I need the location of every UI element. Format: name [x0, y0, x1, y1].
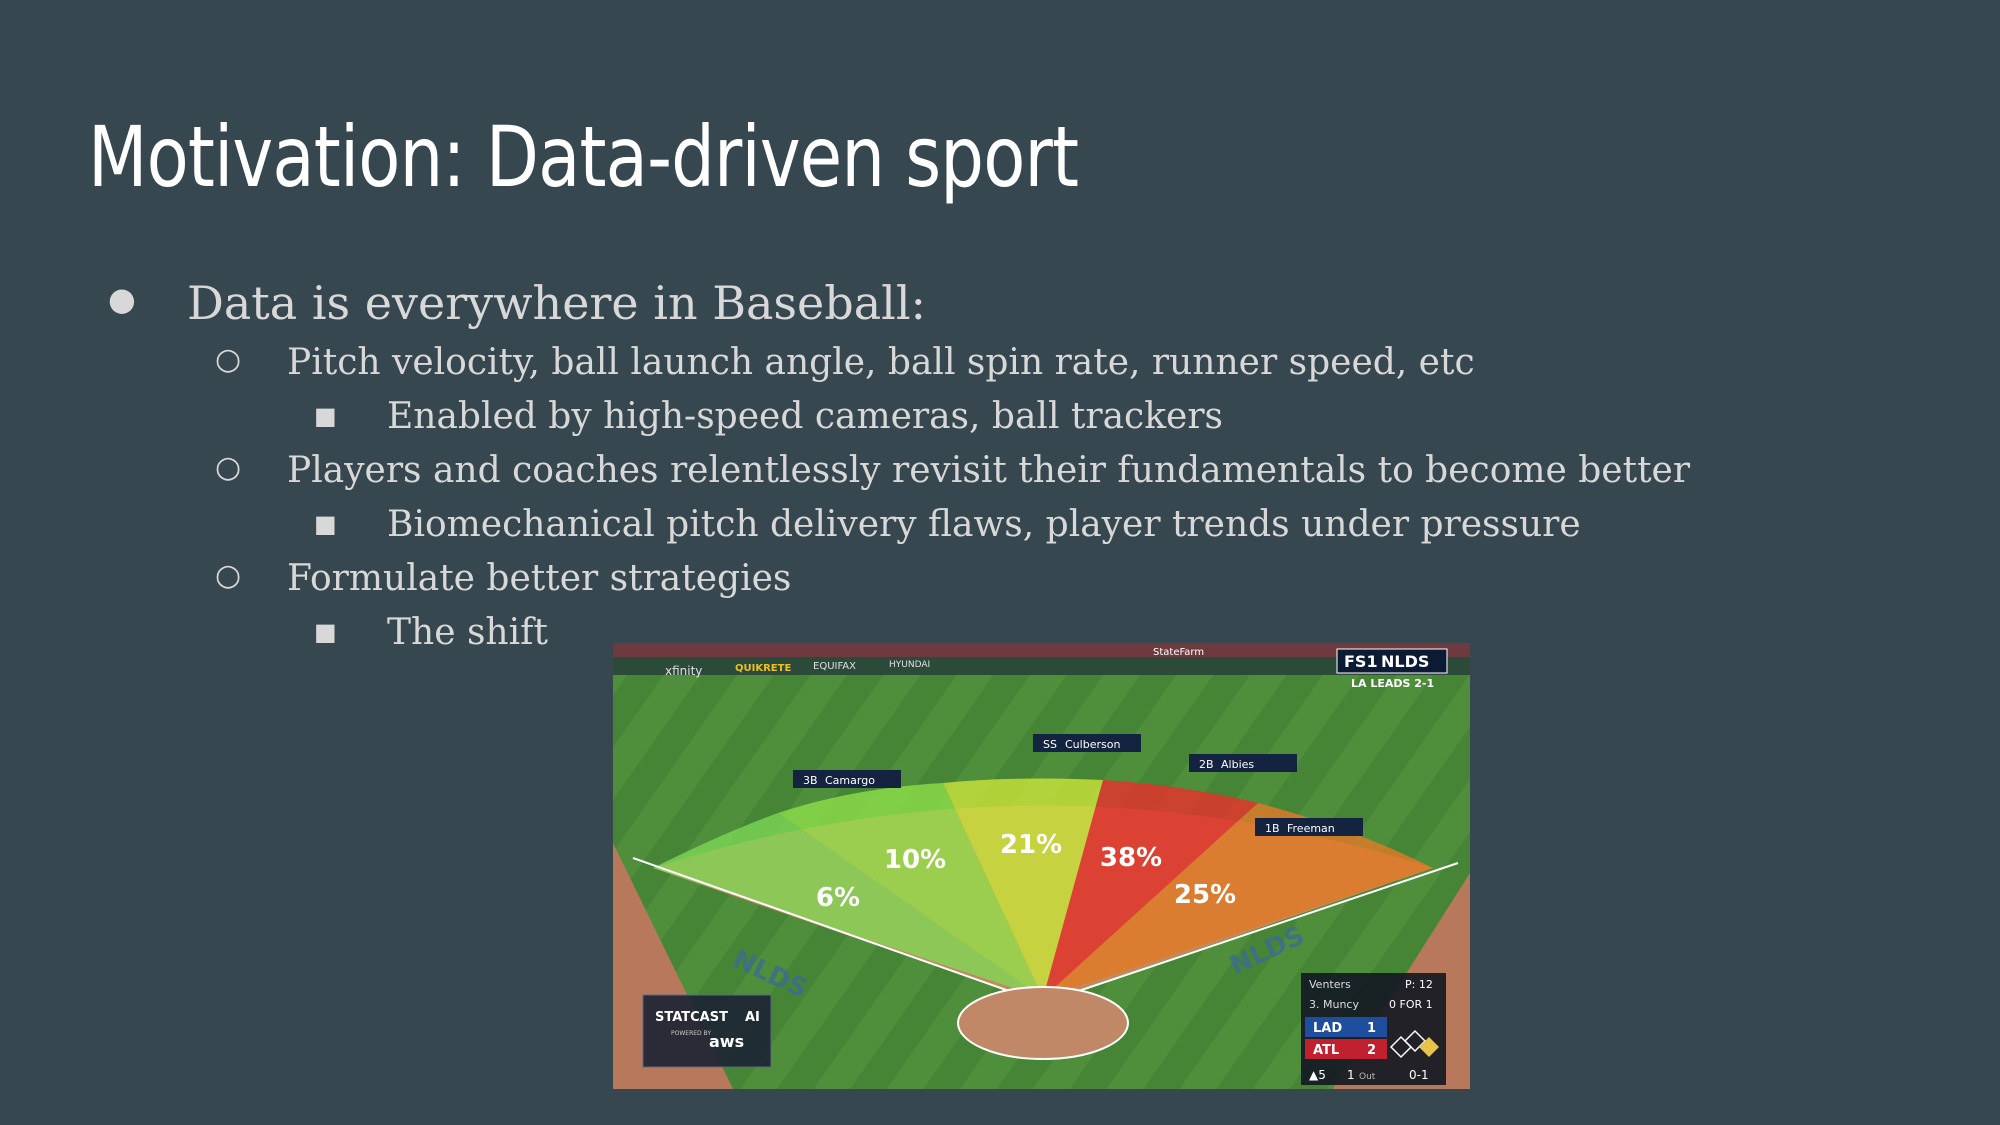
zone-pct-label: 38%	[1100, 843, 1162, 873]
aws-label: aws	[709, 1032, 744, 1051]
bullet-marker: ■	[314, 510, 337, 538]
outs: 1	[1347, 1068, 1355, 1082]
team-abbr: LAD	[1313, 1021, 1342, 1036]
inning: ▲5	[1309, 1068, 1326, 1082]
pitcher-name: Venters	[1309, 978, 1351, 991]
bullet-text: Data is everywhere in Baseball:	[187, 276, 927, 330]
bullet-text: Formulate better strategies	[287, 558, 792, 599]
series-label: NLDS	[1381, 652, 1429, 671]
batter-name: 3. Muncy	[1309, 998, 1359, 1011]
bullet-text: Pitch velocity, ball launch angle, ball …	[287, 342, 1475, 383]
ad-text: EQUIFAX	[813, 661, 856, 672]
batter-line: 0 FOR 1	[1389, 998, 1433, 1011]
network-label: FS1	[1344, 652, 1378, 671]
player-name: Camargo	[825, 774, 875, 787]
bullet-text: The shift	[387, 612, 548, 653]
team-score: 2	[1367, 1043, 1376, 1058]
statcast-label: STATCAST	[655, 1010, 728, 1025]
ad-text: xfinity	[665, 664, 702, 678]
bullet-marker: ○	[215, 342, 242, 377]
bullet-marker: ●	[108, 280, 136, 318]
series-status: LA LEADS 2-1	[1351, 677, 1434, 690]
zone-pct-label: 10%	[884, 845, 946, 875]
team-score: 1	[1367, 1021, 1376, 1036]
outs-label: Out	[1359, 1072, 1376, 1082]
bullet-marker: ○	[215, 450, 242, 485]
bullet-marker: ■	[314, 402, 337, 430]
player-name: Albies	[1221, 758, 1254, 771]
team-abbr: ATL	[1313, 1043, 1339, 1058]
zone-pct-label: 21%	[1000, 830, 1062, 860]
player-pos: 1B	[1265, 822, 1280, 835]
ad-text: StateFarm	[1153, 647, 1204, 658]
bullet-text: Players and coaches relentlessly revisit…	[287, 450, 1691, 491]
pitch-count: P: 12	[1405, 978, 1433, 991]
player-name: Culberson	[1065, 738, 1120, 751]
slide: Motivation: Data-driven sport ● Data is …	[0, 0, 2000, 1125]
player-tag-3b: 3B Camargo	[793, 770, 901, 788]
bullet-text: Enabled by high-speed cameras, ball trac…	[387, 396, 1223, 437]
network-bug: FS1 NLDS LA LEADS 2-1	[1336, 648, 1448, 690]
player-tag-ss: SS Culberson	[1033, 734, 1141, 752]
statcast-bug: STATCAST AI POWERED BY aws	[642, 994, 772, 1068]
player-tag-1b: 1B Freeman	[1255, 818, 1363, 836]
zone-pct-label: 6%	[816, 883, 860, 913]
slide-title: Motivation: Data-driven sport	[88, 108, 1079, 206]
statcast-ai-label: AI	[745, 1010, 760, 1025]
scorebug: Venters P: 12 3. Muncy 0 FOR 1 LAD 1 ATL…	[1301, 973, 1446, 1085]
powered-by-label: POWERED BY	[671, 1030, 711, 1037]
ball-strike-count: 0-1	[1409, 1068, 1429, 1082]
bullet-marker: ○	[215, 558, 242, 593]
bullet-marker: ■	[314, 618, 337, 646]
player-pos: SS	[1043, 738, 1057, 751]
home-plate-circle	[957, 986, 1129, 1060]
ad-text: QUIKRETE	[735, 663, 791, 674]
bullet-text: Biomechanical pitch delivery flaws, play…	[387, 504, 1581, 545]
ad-text: HYUNDAI	[889, 660, 930, 670]
baseball-shift-image: 6% 10% 21% 38% 25% 3B Camargo SS Culbers…	[613, 643, 1470, 1089]
player-pos: 3B	[803, 774, 818, 787]
player-pos: 2B	[1199, 758, 1214, 771]
field-graphic: 6% 10% 21% 38% 25% 3B Camargo SS Culbers…	[613, 643, 1470, 1089]
zone-pct-label: 25%	[1174, 880, 1236, 910]
player-tag-2b: 2B Albies	[1189, 754, 1297, 772]
player-name: Freeman	[1287, 822, 1335, 835]
